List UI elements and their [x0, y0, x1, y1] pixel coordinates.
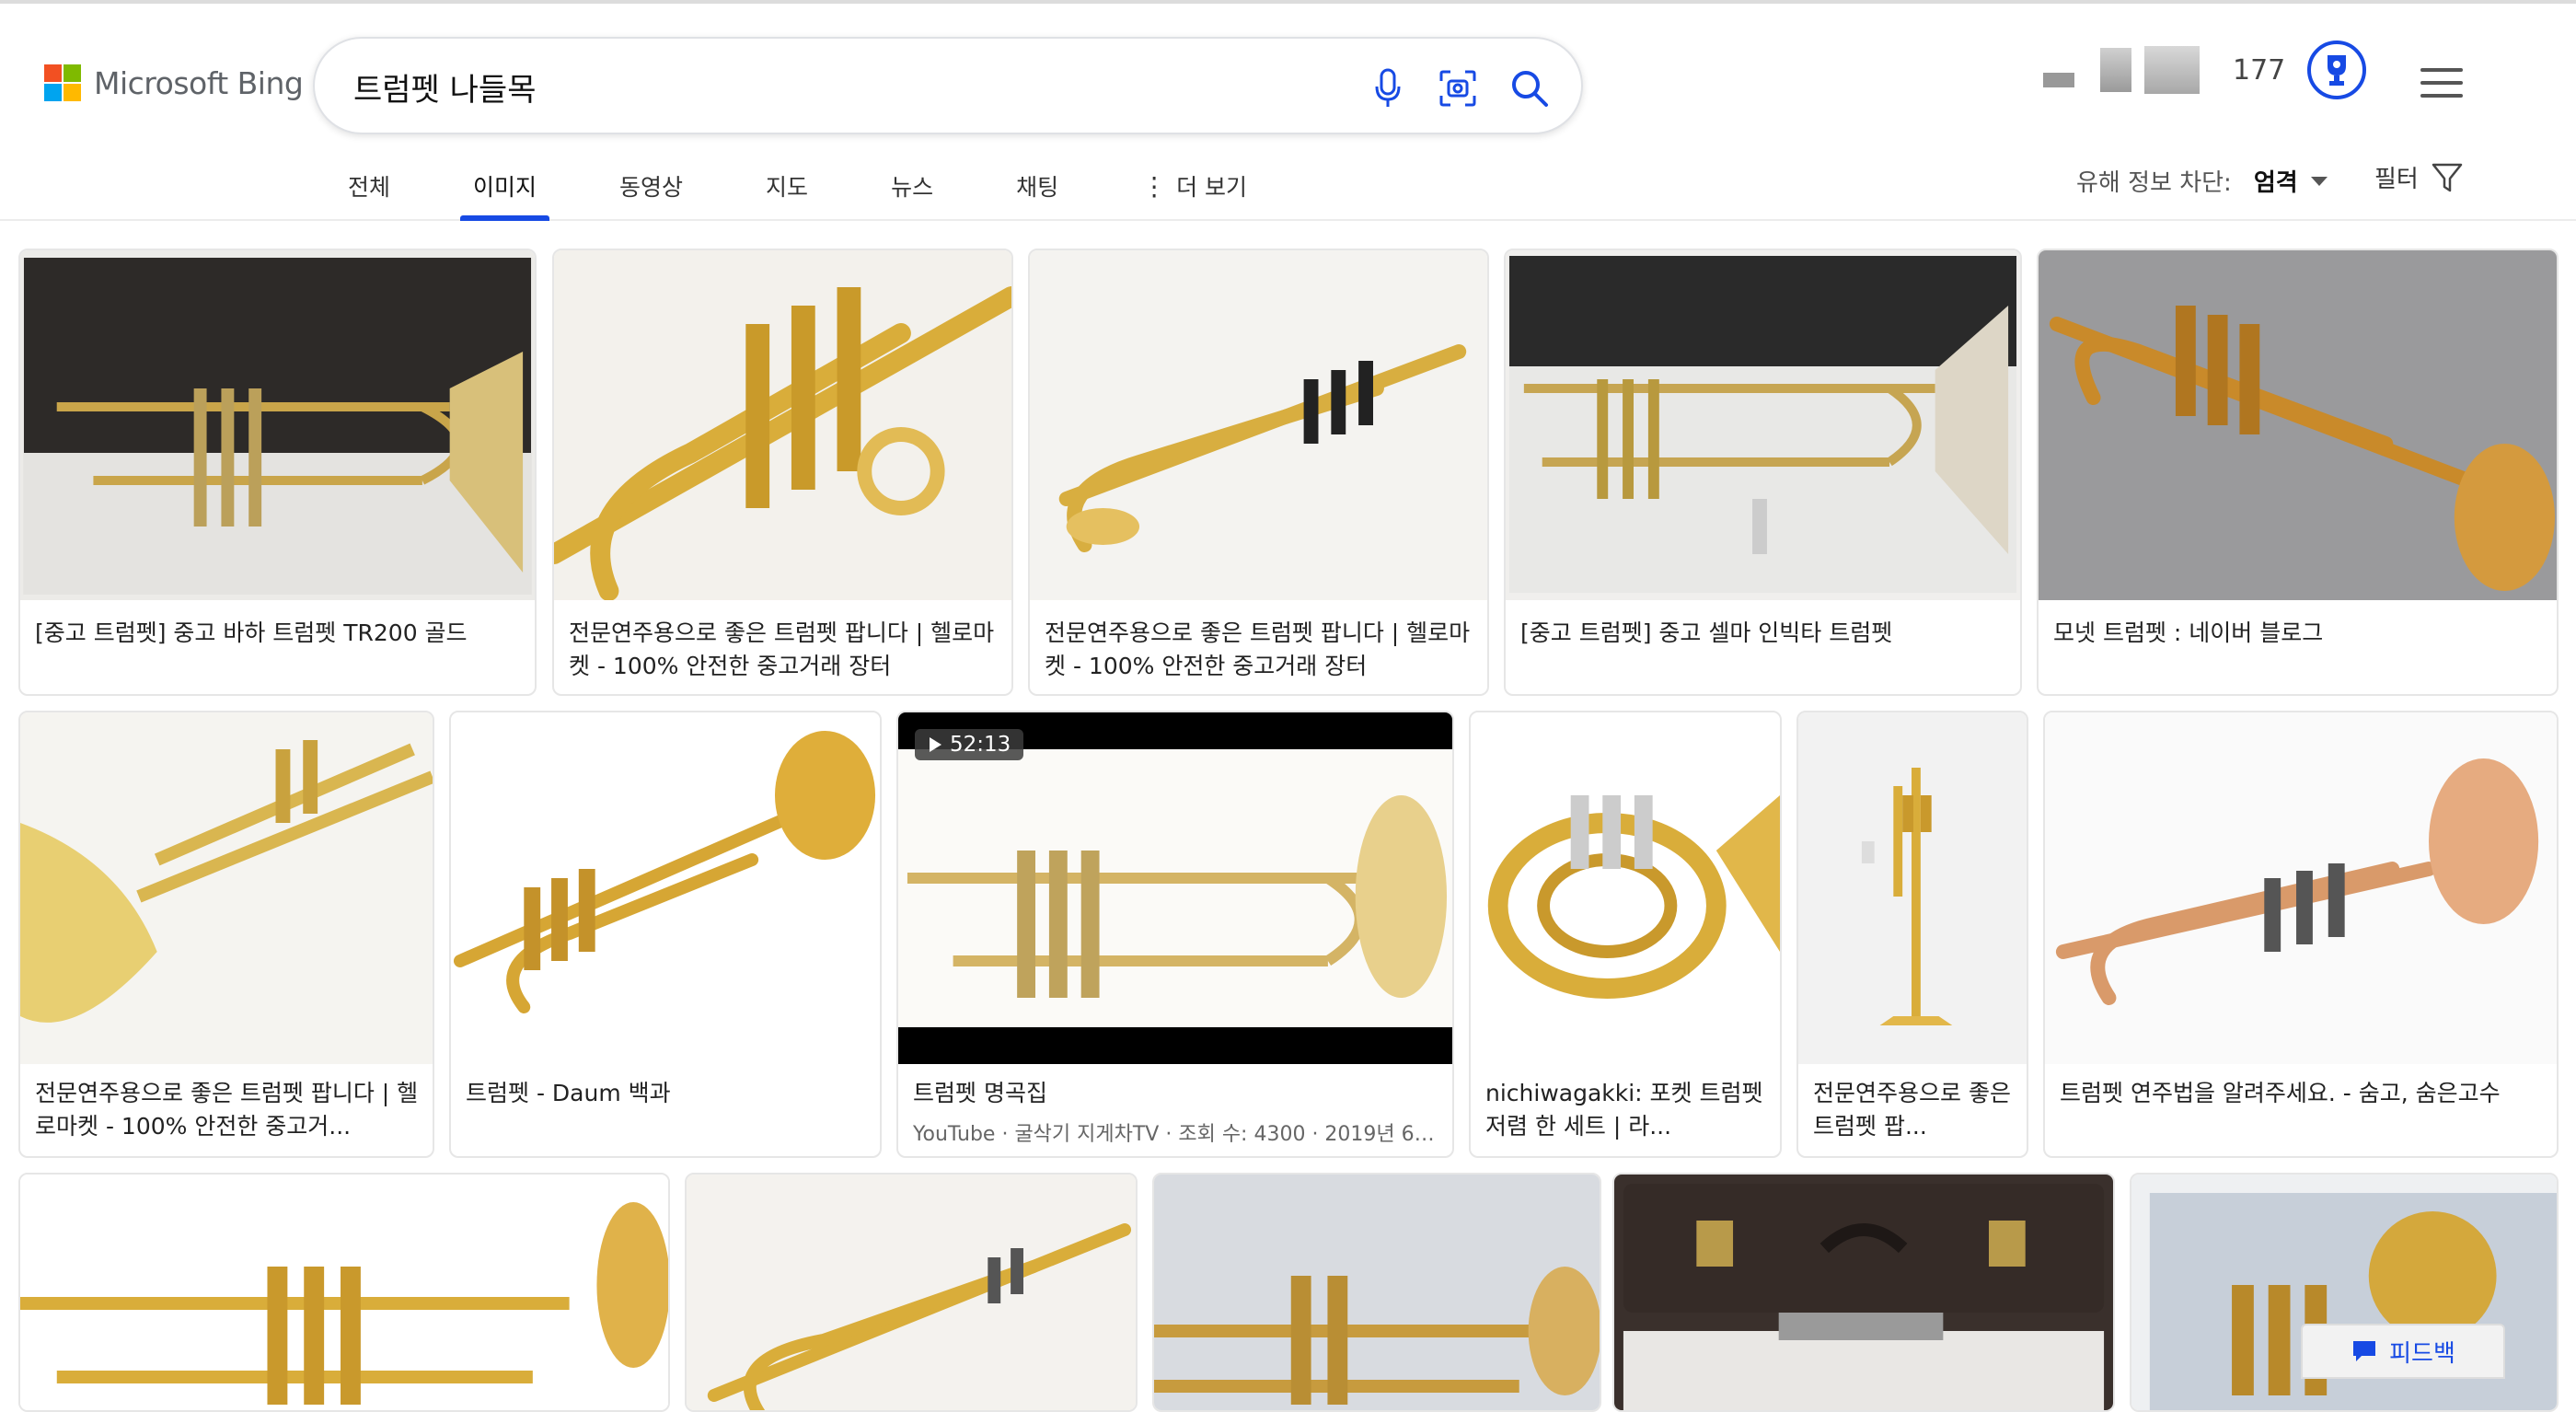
image-result-card[interactable]: [중고 트럼펫] 중고 셀마 인빅타 트럼펫	[1504, 249, 2022, 696]
result-caption[interactable]: 모넷 트럼펫 : 네이버 블로그	[2053, 617, 2546, 650]
image-result-card[interactable]: [중고 트럼펫] 중고 바하 트럼펫 TR200 골드	[18, 249, 537, 696]
result-thumbnail[interactable]	[554, 250, 1011, 600]
rewards-points[interactable]: 177	[2233, 54, 2285, 87]
tab-all[interactable]: 전체	[331, 160, 407, 221]
result-caption[interactable]: [중고 트럼펫] 중고 바하 트럼펫 TR200 골드	[35, 617, 524, 650]
brand-name: Microsoft Bing	[94, 64, 304, 101]
safesearch-label: 유해 정보 차단:	[2076, 169, 2232, 197]
rewards-trophy-icon[interactable]	[2307, 41, 2367, 99]
result-thumbnail[interactable]	[2039, 250, 2557, 600]
search-box	[313, 37, 1583, 134]
video-thumbnail[interactable]: 52:13	[898, 712, 1452, 1064]
filter-funnel-icon	[2432, 163, 2463, 191]
safesearch-dropdown[interactable]: 유해 정보 차단: 엄격	[2076, 164, 2328, 198]
result-thumbnail[interactable]	[1614, 1175, 2113, 1410]
search-input[interactable]	[353, 59, 1274, 114]
result-thumbnail[interactable]	[1030, 250, 1487, 600]
more-dots-icon: ⋮	[1141, 171, 1168, 202]
microphone-icon[interactable]	[1366, 66, 1410, 110]
tab-images[interactable]: 이미지	[456, 160, 553, 221]
tab-maps[interactable]: 지도	[749, 160, 825, 221]
tab-videos[interactable]: 동영상	[603, 160, 699, 221]
play-icon	[930, 737, 941, 752]
profile-avatar-blurred	[2144, 46, 2200, 94]
result-thumbnail[interactable]	[20, 250, 535, 600]
result-caption[interactable]: 트럼펫 명곡집	[913, 1077, 1441, 1110]
video-result-card[interactable]: 52:13 트럼펫 명곡집 YouTube · 굴삭기 지게차TV · 조회 수…	[896, 711, 1454, 1158]
filter-label: 필터	[2374, 166, 2419, 193]
result-thumbnail[interactable]	[20, 712, 433, 1064]
tab-chat[interactable]: 채팅	[999, 160, 1075, 221]
microsoft-logo-icon	[44, 64, 81, 101]
chevron-down-icon	[2310, 176, 2328, 186]
result-caption[interactable]: 전문연주용으로 좋은 트럼펫 팝...	[1813, 1077, 2016, 1143]
profile-name-blurred	[2043, 73, 2074, 87]
image-result-card[interactable]: 전문연주용으로 좋은 트럼펫 팝...	[1796, 711, 2028, 1158]
image-result-card[interactable]: 전문연주용으로 좋은 트럼펫 팝니다 | 헬로마켓 - 100% 안전한 중고거…	[18, 711, 434, 1158]
image-result-card[interactable]: 트럼펫 - Daum 백과	[449, 711, 882, 1158]
search-icon[interactable]	[1507, 66, 1552, 110]
tab-news[interactable]: 뉴스	[874, 160, 950, 221]
result-caption[interactable]: 트럼펫 연주법을 알려주세요. - 숨고, 숨은고수	[2060, 1077, 2546, 1110]
result-caption[interactable]: 전문연주용으로 좋은 트럼펫 팝니다 | 헬로마켓 - 100% 안전한 중고거…	[1045, 617, 1476, 683]
result-thumbnail[interactable]	[687, 1175, 1136, 1410]
result-thumbnail[interactable]	[1154, 1175, 1600, 1410]
image-result-card[interactable]	[685, 1173, 1138, 1412]
image-result-card[interactable]	[18, 1173, 670, 1412]
result-caption[interactable]: 트럼펫 - Daum 백과	[466, 1077, 869, 1110]
profile-image-blurred	[2100, 48, 2131, 92]
result-thumbnail[interactable]	[1506, 250, 2020, 600]
result-thumbnail[interactable]	[1798, 712, 2027, 1064]
filter-button[interactable]: 필터	[2374, 160, 2463, 194]
account-area[interactable]: 177	[2043, 41, 2367, 99]
result-caption[interactable]: 전문연주용으로 좋은 트럼펫 팝니다 | 헬로마켓 - 100% 안전한 중고거…	[569, 617, 1000, 683]
chat-bubble-icon	[2353, 1341, 2376, 1361]
bing-logo[interactable]: Microsoft Bing	[44, 64, 304, 101]
result-source: YouTube · 굴삭기 지게차TV · 조회 수: 4300 · 2019년…	[913, 1123, 1441, 1146]
visual-search-icon[interactable]	[1436, 66, 1480, 110]
video-duration-badge: 52:13	[915, 729, 1024, 760]
feedback-button[interactable]: 피드백	[2301, 1324, 2505, 1379]
hamburger-menu-icon[interactable]	[2420, 68, 2463, 99]
result-thumbnail[interactable]	[451, 712, 880, 1064]
image-result-card[interactable]: nichiwagakki: 포켓 트럼펫 저렴 한 세트 | 라...	[1469, 711, 1782, 1158]
image-result-card[interactable]: 전문연주용으로 좋은 트럼펫 팝니다 | 헬로마켓 - 100% 안전한 중고거…	[1028, 249, 1489, 696]
image-result-card[interactable]: 전문연주용으로 좋은 트럼펫 팝니다 | 헬로마켓 - 100% 안전한 중고거…	[552, 249, 1013, 696]
image-result-card[interactable]	[1612, 1173, 2115, 1412]
result-thumbnail[interactable]	[20, 1175, 668, 1410]
image-result-card[interactable]: 트럼펫 연주법을 알려주세요. - 숨고, 숨은고수	[2043, 711, 2559, 1158]
vertical-tabs: 전체 이미지 동영상 지도 뉴스 채팅 ⋮ 더 보기	[331, 160, 1313, 221]
image-result-card[interactable]	[1152, 1173, 1601, 1412]
header: Microsoft Bing 177 전체 이미지 동영상 지도 뉴스 채팅 ⋮…	[0, 4, 2576, 221]
image-result-card[interactable]: 모넷 트럼펫 : 네이버 블로그	[2037, 249, 2559, 696]
tab-more[interactable]: ⋮ 더 보기	[1125, 160, 1264, 221]
result-thumbnail[interactable]	[1471, 712, 1780, 1064]
result-caption[interactable]: 전문연주용으로 좋은 트럼펫 팝니다 | 헬로마켓 - 100% 안전한 중고거…	[35, 1077, 422, 1143]
result-caption[interactable]: nichiwagakki: 포켓 트럼펫 저렴 한 세트 | 라...	[1485, 1077, 1769, 1143]
safesearch-value[interactable]: 엄격	[2254, 164, 2298, 198]
feedback-label: 피드백	[2389, 1339, 2455, 1368]
result-caption[interactable]: [중고 트럼펫] 중고 셀마 인빅타 트럼펫	[1520, 617, 2009, 650]
result-thumbnail[interactable]	[2045, 712, 2557, 1064]
